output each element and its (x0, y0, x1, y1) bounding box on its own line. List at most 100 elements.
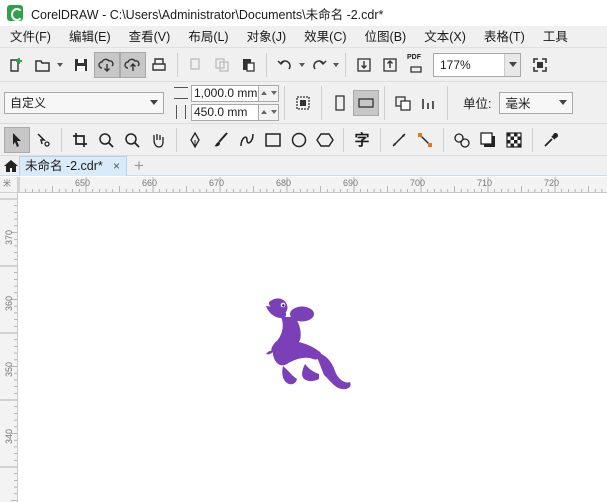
toolbar-separator (177, 52, 178, 77)
open-button[interactable] (30, 52, 56, 78)
curve-icon (240, 133, 254, 146)
connector-tool-button[interactable] (412, 127, 438, 153)
new-document-button[interactable] (4, 52, 30, 78)
pan-tool-button[interactable] (145, 127, 171, 153)
close-tab-icon[interactable]: × (113, 157, 120, 175)
ruler-h-label: 700 (410, 178, 426, 188)
open-dropdown-arrow[interactable] (56, 52, 64, 78)
undo-button[interactable] (272, 52, 298, 78)
parallel-dimension-tool-button[interactable] (386, 127, 412, 153)
eyedropper-tool-button[interactable] (538, 127, 564, 153)
toolbar-separator (384, 85, 385, 120)
redo-button[interactable] (306, 52, 332, 78)
units-select[interactable]: 毫米 (499, 91, 574, 114)
horizontal-ruler[interactable]: 650 660 670 680 690 700 710 720 (18, 177, 607, 193)
drawing-canvas[interactable] (19, 194, 607, 502)
zoom-level-value: 177% (440, 57, 471, 72)
document-tab[interactable]: 未命名 -2.cdr* × (19, 156, 127, 176)
ruler-h-label: 720 (544, 178, 560, 188)
redo-icon (313, 59, 327, 69)
export-icon (383, 57, 397, 72)
redo-dropdown-arrow[interactable] (332, 52, 340, 78)
all-pages-layout-button[interactable] (390, 90, 416, 116)
pick-tool-button[interactable] (4, 126, 30, 153)
magnifier-icon (125, 132, 140, 148)
toolbar-separator (443, 127, 444, 152)
menu-bitmaps[interactable]: 位图(B) (356, 26, 416, 48)
copy-button[interactable] (209, 52, 235, 78)
window-title: CorelDRAW - C:\Users\Administrator\Docum… (31, 7, 384, 22)
pen-tool-button[interactable] (182, 127, 208, 153)
publish-pdf-button[interactable]: PDF (403, 52, 429, 78)
full-screen-button[interactable] (527, 52, 553, 78)
text-tool-button[interactable]: 字 (349, 127, 375, 153)
menu-layout[interactable]: 布局(L) (179, 26, 237, 48)
menu-file[interactable]: 文件(F) (0, 26, 60, 48)
zoom-dropdown-arrow[interactable] (504, 53, 520, 76)
home-icon[interactable] (3, 158, 19, 174)
paste-button[interactable] (235, 52, 261, 78)
ruler-v-label: 350 (4, 361, 14, 377)
ruler-corner[interactable]: 米 (0, 177, 18, 193)
zoom-level-combo[interactable]: 177% (433, 52, 521, 77)
shape-tool-button[interactable] (30, 127, 56, 153)
menu-object[interactable]: 对象(J) (238, 26, 296, 48)
page-height-input[interactable]: 450.0 mm (191, 103, 259, 121)
toolbar-separator (61, 127, 62, 152)
all-pages-button[interactable] (290, 90, 316, 116)
landscape-icon (358, 97, 374, 108)
page-height-spinner[interactable] (259, 103, 279, 121)
transparency-tool-button[interactable] (501, 127, 527, 153)
page-preset-select[interactable]: 自定义 (4, 91, 164, 114)
ruler-h-label: 670 (209, 178, 225, 188)
page-width-spinner[interactable] (259, 84, 279, 102)
crop-tool-button[interactable] (67, 127, 93, 153)
dimension-line-icon (392, 133, 406, 146)
document-tab-label: 未命名 -2.cdr* (25, 159, 103, 173)
cloud-upload-icon (124, 58, 140, 71)
ellipse-tool-button[interactable] (286, 127, 312, 153)
save-button[interactable] (68, 52, 94, 78)
artistic-media-tool-button[interactable] (208, 127, 234, 153)
menu-effects[interactable]: 效果(C) (295, 26, 355, 48)
new-tab-button[interactable]: + (130, 156, 148, 176)
chevron-down-icon (150, 100, 158, 105)
coreldraw-logo-icon (7, 5, 23, 21)
drop-shadow-tool-button[interactable] (475, 127, 501, 153)
document-tab-strip: 未命名 -2.cdr* × + (0, 156, 607, 176)
menu-table[interactable]: 表格(T) (475, 26, 534, 48)
ruler-h-label: 680 (276, 178, 292, 188)
polygon-tool-button[interactable] (312, 127, 338, 153)
bezier-tool-button[interactable] (234, 127, 260, 153)
portrait-button[interactable] (327, 90, 353, 116)
blend-tool-button[interactable] (449, 127, 475, 153)
cloud-upload-button[interactable] (120, 51, 146, 78)
export-button[interactable] (377, 52, 403, 78)
height-icon (176, 105, 186, 119)
toolbar-separator (284, 85, 285, 120)
import-button[interactable] (351, 52, 377, 78)
zoom-out-tool-button[interactable] (119, 127, 145, 153)
menu-view[interactable]: 查看(V) (120, 26, 180, 48)
current-page-button[interactable] (416, 90, 442, 116)
dinosaur-drawing[interactable] (19, 194, 607, 502)
rectangle-tool-button[interactable] (260, 127, 286, 153)
cloud-download-button[interactable] (94, 51, 120, 78)
crop-icon (73, 132, 87, 147)
paste-icon (243, 58, 255, 72)
vertical-ruler[interactable]: 370 360 350 340 (0, 193, 18, 502)
menu-edit[interactable]: 编辑(E) (60, 26, 120, 48)
landscape-button[interactable] (353, 89, 379, 116)
menu-tools[interactable]: 工具 (534, 26, 577, 48)
undo-dropdown-arrow[interactable] (298, 52, 306, 78)
cut-button[interactable] (183, 52, 209, 78)
print-button[interactable] (146, 52, 172, 78)
menu-text[interactable]: 文本(X) (415, 26, 475, 48)
page-width-input[interactable]: 1,000.0 mm (191, 84, 259, 102)
zoom-tool-button[interactable] (93, 127, 119, 153)
save-icon (75, 58, 87, 71)
cloud-download-icon (98, 58, 114, 72)
import-icon (357, 57, 371, 72)
cut-icon (190, 57, 200, 70)
connector-icon (418, 132, 432, 147)
